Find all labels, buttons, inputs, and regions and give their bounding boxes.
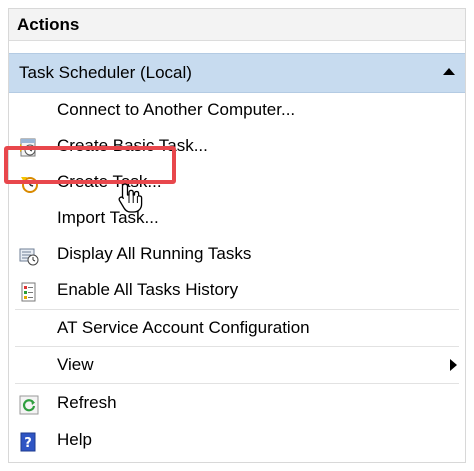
action-view[interactable]: View [9, 348, 465, 382]
action-label: Help [57, 430, 92, 449]
action-display-all-running-tasks[interactable]: Display All Running Tasks [9, 237, 465, 271]
menu-separator [15, 383, 459, 384]
action-enable-all-tasks-history[interactable]: Enable All Tasks History [9, 273, 465, 307]
action-connect-to-another-computer[interactable]: Connect to Another Computer... [9, 93, 465, 127]
menu-separator [15, 309, 459, 310]
action-label: Refresh [57, 393, 117, 412]
section-title: Task Scheduler (Local) [19, 63, 192, 82]
highlight-callout [4, 146, 176, 184]
action-label: Display All Running Tasks [57, 244, 252, 263]
hand-cursor-icon [116, 182, 146, 214]
action-label: Enable All Tasks History [57, 280, 239, 299]
running-tasks-icon [19, 244, 39, 266]
submenu-arrow-icon [450, 359, 457, 371]
help-icon: ? [19, 430, 39, 452]
action-label: View [57, 355, 94, 374]
menu-separator [15, 346, 459, 347]
refresh-icon [19, 393, 39, 415]
action-refresh[interactable]: Refresh [9, 386, 465, 420]
section-task-scheduler-local[interactable]: Task Scheduler (Local) [9, 53, 465, 93]
action-label: Connect to Another Computer... [57, 100, 296, 119]
tasks-history-icon [19, 280, 39, 302]
actions-pane: Actions Task Scheduler (Local) Connect t… [8, 8, 466, 463]
action-at-service-account-configuration[interactable]: AT Service Account Configuration [9, 311, 465, 345]
action-import-task[interactable]: Import Task... [9, 201, 465, 235]
actions-pane-title: Actions [9, 9, 465, 41]
chevron-up-icon[interactable] [443, 68, 455, 75]
svg-text:?: ? [24, 436, 32, 451]
action-label: AT Service Account Configuration [57, 318, 310, 337]
action-help[interactable]: ? Help [9, 423, 465, 457]
